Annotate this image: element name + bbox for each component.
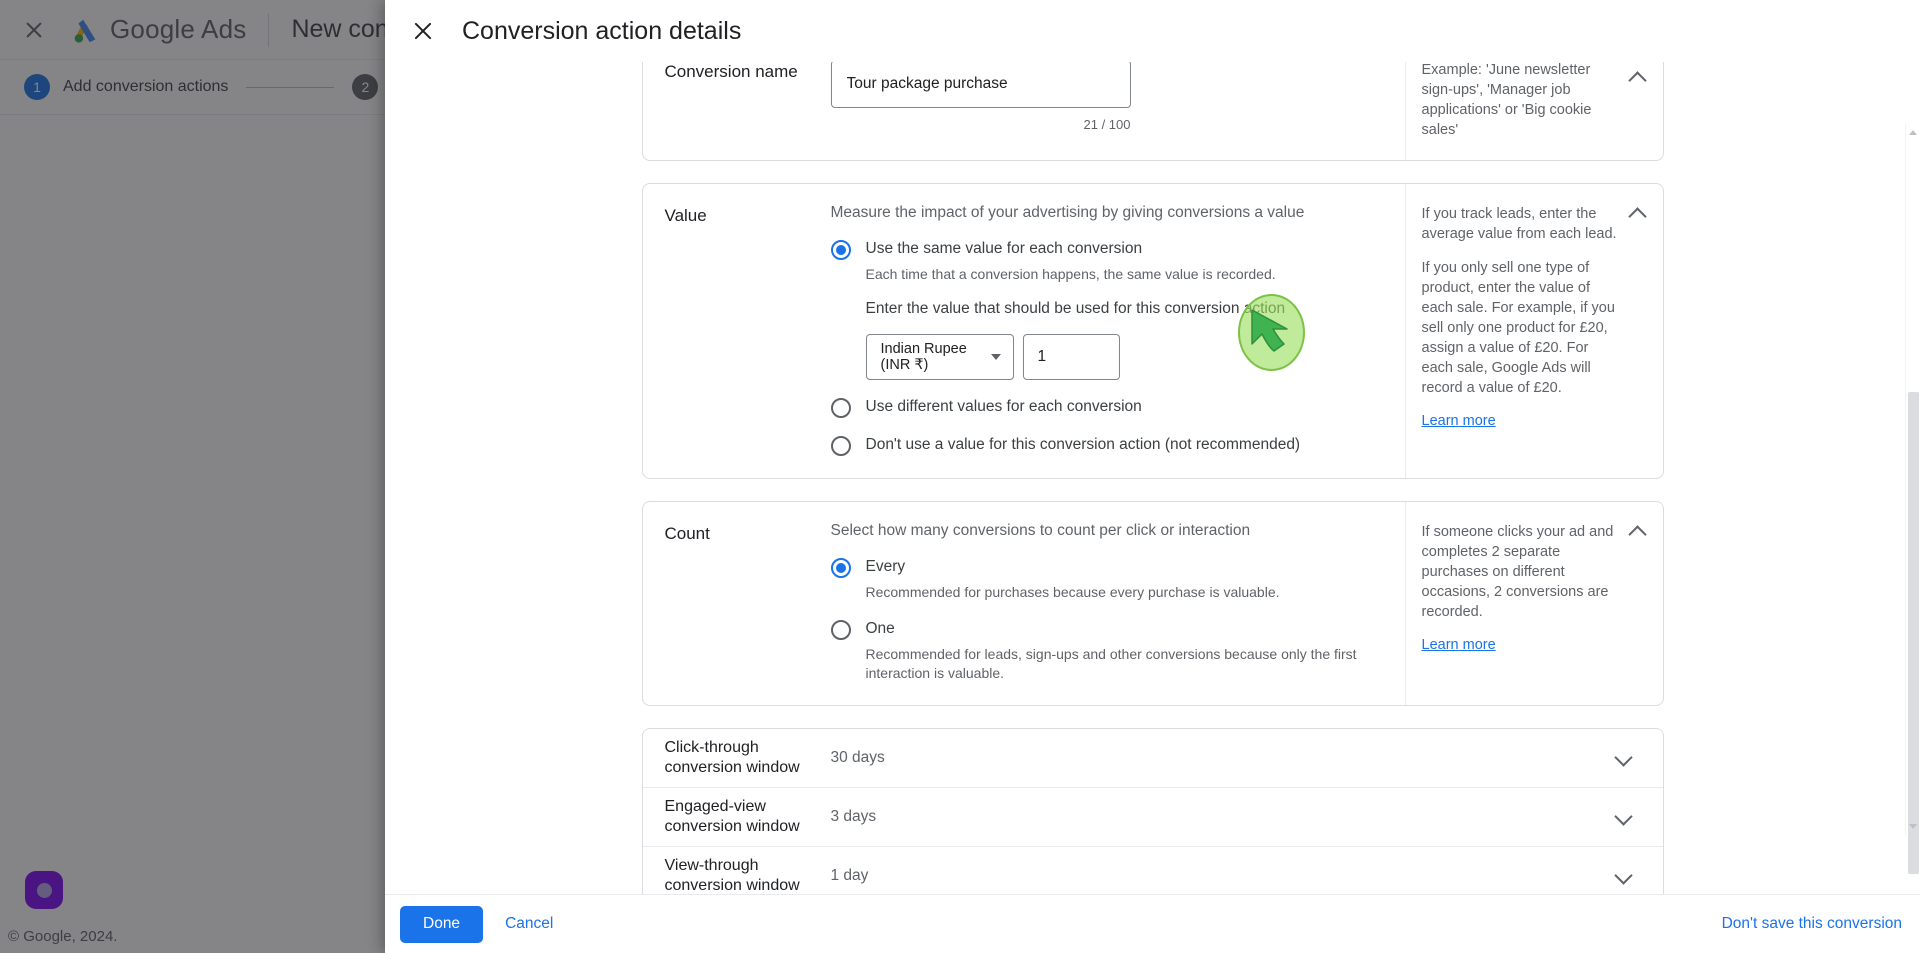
dialog-scroll-area: Conversion name 21 / 100 Example: 'June … xyxy=(385,62,1920,894)
chevron-up-icon[interactable] xyxy=(1627,520,1649,542)
row-value-wrap: 3 days xyxy=(831,808,1613,826)
row-engaged-view-conversion-window[interactable]: Engaged-view conversion window 3 days xyxy=(642,788,1663,847)
value-entry-prompt: Enter the value that should be used for … xyxy=(865,300,1286,317)
row-value: 30 days xyxy=(830,749,885,766)
scroll-down-arrow-icon[interactable] xyxy=(1909,824,1917,829)
dialog-header: Conversion action details xyxy=(385,0,1920,62)
help-paragraph: If you track leads, enter the average va… xyxy=(1421,206,1617,242)
dialog-title: Conversion action details xyxy=(462,16,742,45)
conversion-name-content: 21 / 100 xyxy=(830,62,1405,160)
radio-button-icon[interactable] xyxy=(830,620,851,640)
scrollbar-thumb[interactable] xyxy=(1908,392,1919,874)
conversion-value-input[interactable] xyxy=(1022,334,1120,380)
radio-button-icon[interactable] xyxy=(830,398,851,418)
count-help: If someone clicks your ad and completes … xyxy=(1404,502,1663,705)
row-value-wrap: 30 days xyxy=(831,749,1613,767)
radio-dont-use-value[interactable]: Don't use a value for this conversion ac… xyxy=(830,435,1381,456)
radio-sublabel: Recommended for leads, sign-ups and othe… xyxy=(865,646,1357,681)
radio-label: Don't use a value for this conversion ac… xyxy=(865,436,1301,453)
value-section-label: Value xyxy=(664,206,707,225)
done-button[interactable]: Done xyxy=(400,905,484,943)
currency-select[interactable]: Indian Rupee (INR ₹) xyxy=(865,334,1014,380)
help-paragraph: Example: 'June newsletter sign-ups', 'Ma… xyxy=(1421,62,1592,138)
collapsed-settings-list: Click-through conversion window 30 days … xyxy=(641,728,1664,894)
radio-label: Use the same value for each conversion xyxy=(865,240,1143,257)
section-label-column: Value xyxy=(643,184,831,478)
chevron-up-icon[interactable] xyxy=(1627,202,1649,224)
row-value-wrap: 1 day xyxy=(831,867,1613,885)
learn-more-link[interactable]: Learn more xyxy=(1422,413,1496,429)
chevron-down-icon xyxy=(990,354,1001,360)
dialog-body: Conversion name 21 / 100 Example: 'June … xyxy=(385,62,1920,894)
row-label: Engaged-view conversion window xyxy=(664,798,800,835)
learn-more-link[interactable]: Learn more xyxy=(1422,637,1496,653)
chevron-down-icon[interactable] xyxy=(1613,865,1635,887)
count-section-label: Count xyxy=(664,524,710,543)
help-paragraph: If you only sell one type of product, en… xyxy=(1421,260,1615,396)
value-entry-row: Indian Rupee (INR ₹) xyxy=(865,334,1286,380)
section-count: Count Select how many conversions to cou… xyxy=(641,501,1664,706)
count-description: Select how many conversions to count per… xyxy=(830,522,1251,539)
scroll-up-arrow-icon[interactable] xyxy=(1909,130,1917,135)
conversion-name-input[interactable] xyxy=(830,62,1131,108)
section-value: Value Measure the impact of your adverti… xyxy=(641,183,1664,479)
help-paragraph: If someone clicks your ad and completes … xyxy=(1421,524,1614,620)
section-conversion-name: Conversion name 21 / 100 Example: 'June … xyxy=(641,62,1664,161)
conversion-action-details-dialog: Conversion action details Conversion nam… xyxy=(385,0,1920,953)
row-view-through-conversion-window[interactable]: View-through conversion window 1 day xyxy=(643,847,1663,894)
value-content: Measure the impact of your advertising b… xyxy=(830,184,1405,478)
conversion-name-label: Conversion name xyxy=(664,62,798,81)
value-description: Measure the impact of your advertising b… xyxy=(830,204,1305,221)
character-counter: 21 / 100 xyxy=(1083,117,1131,132)
section-label-column: Conversion name xyxy=(643,62,831,160)
radio-use-different-values[interactable]: Use different values for each conversion xyxy=(830,397,1381,418)
chevron-down-icon[interactable] xyxy=(1613,747,1635,769)
radio-count-every[interactable]: Every Recommended for purchases because … xyxy=(830,557,1381,602)
radio-label: Use different values for each conversion xyxy=(865,398,1142,415)
conversion-name-help: Example: 'June newsletter sign-ups', 'Ma… xyxy=(1404,62,1663,160)
radio-count-one[interactable]: One Recommended for leads, sign-ups and … xyxy=(830,619,1381,683)
close-icon[interactable] xyxy=(412,20,434,42)
section-label-column: Count xyxy=(643,502,831,705)
row-label: View-through conversion window xyxy=(664,857,800,894)
radio-button-icon[interactable] xyxy=(830,558,851,578)
radio-button-icon[interactable] xyxy=(830,240,851,260)
value-help: If you track leads, enter the average va… xyxy=(1404,184,1663,478)
row-value: 1 day xyxy=(830,867,869,884)
count-content: Select how many conversions to count per… xyxy=(830,502,1405,705)
radio-button-icon[interactable] xyxy=(830,436,851,456)
dialog-scrollbar[interactable] xyxy=(1905,124,1920,874)
currency-select-value: Indian Rupee (INR ₹) xyxy=(880,341,967,373)
dont-save-this-conversion-link[interactable]: Don't save this conversion xyxy=(1722,915,1902,933)
radio-use-same-value[interactable]: Use the same value for each conversion E… xyxy=(830,239,1381,380)
radio-sublabel: Recommended for purchases because every … xyxy=(865,584,1280,600)
dialog-footer: Done Cancel Don't save this conversion xyxy=(385,894,1920,953)
radio-sublabel: Each time that a conversion happens, the… xyxy=(865,266,1276,282)
row-label: Click-through conversion window xyxy=(664,739,800,776)
cancel-button[interactable]: Cancel xyxy=(505,915,553,933)
radio-label: One xyxy=(865,620,895,637)
radio-label: Every xyxy=(865,558,906,575)
row-click-through-conversion-window[interactable]: Click-through conversion window 30 days xyxy=(642,729,1663,788)
chevron-down-icon[interactable] xyxy=(1613,806,1635,828)
row-value: 3 days xyxy=(830,808,877,825)
chevron-up-icon[interactable] xyxy=(1627,66,1649,88)
